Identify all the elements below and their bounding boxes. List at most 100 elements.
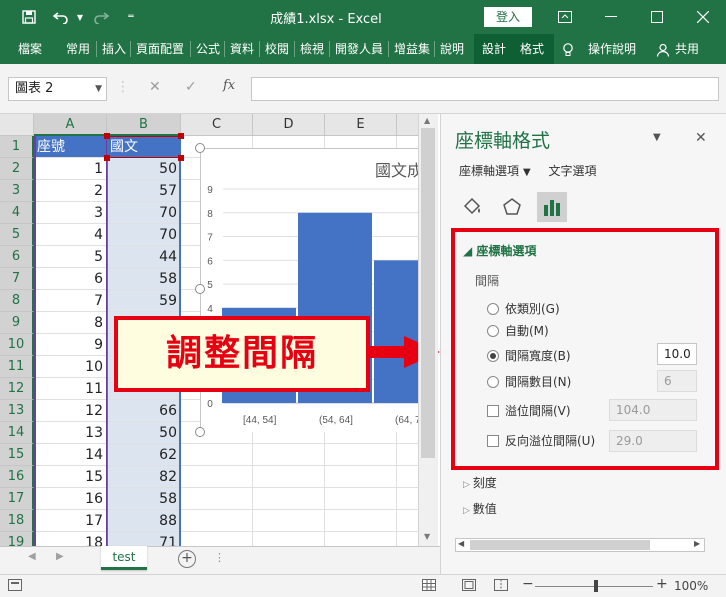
cell[interactable] xyxy=(325,532,397,546)
cell-a[interactable]: 1 xyxy=(34,158,107,180)
formula-input[interactable] xyxy=(251,77,719,101)
undo-icon[interactable] xyxy=(48,0,74,34)
tab-review[interactable]: 校閱 xyxy=(265,34,289,64)
y-tick-label[interactable]: 6 xyxy=(207,256,213,267)
cell-b[interactable]: 50 xyxy=(107,422,181,444)
y-tick-label[interactable]: 4 xyxy=(207,304,213,315)
section-ticks[interactable]: ▷ 刻度 xyxy=(463,474,497,491)
cell-a[interactable]: 17 xyxy=(34,510,107,532)
maximize-icon[interactable] xyxy=(636,0,678,34)
tab-design[interactable]: 設計 xyxy=(482,34,506,64)
cell[interactable] xyxy=(253,532,325,546)
page-break-icon[interactable] xyxy=(494,579,508,594)
cell-a[interactable]: 13 xyxy=(34,422,107,444)
row-header[interactable]: 4 xyxy=(0,202,34,224)
insert-function-icon[interactable]: fx xyxy=(223,78,235,93)
undo-dropdown-icon[interactable]: ▼ xyxy=(74,0,86,34)
normal-view-icon[interactable] xyxy=(422,579,436,594)
cell-a[interactable]: 8 xyxy=(34,312,107,334)
cell-a[interactable]: 4 xyxy=(34,224,107,246)
cell-a[interactable]: 11 xyxy=(34,378,107,400)
cell[interactable] xyxy=(325,510,397,532)
cell-b[interactable]: 70 xyxy=(107,224,181,246)
chevron-down-icon[interactable]: ▼ xyxy=(95,78,102,100)
row-header[interactable]: 1 xyxy=(0,136,34,158)
vertical-scrollbar[interactable]: ▲ ▼ xyxy=(418,114,438,546)
person-icon[interactable] xyxy=(656,34,670,64)
cell-a[interactable]: 座號 xyxy=(34,136,107,158)
range-handle[interactable] xyxy=(178,133,184,139)
tab-insert[interactable]: 插入 xyxy=(102,34,126,64)
page-layout-icon[interactable] xyxy=(462,579,476,594)
tab-split-grip-icon[interactable]: ⋮ xyxy=(214,551,225,564)
pane-options-icon[interactable]: ▼ xyxy=(653,132,661,143)
y-tick-label[interactable]: 8 xyxy=(207,209,213,220)
y-tick-label[interactable]: 5 xyxy=(207,280,213,291)
row-header[interactable]: 18 xyxy=(0,510,34,532)
y-tick-label[interactable]: 7 xyxy=(207,233,213,244)
cell-b[interactable]: 50 xyxy=(107,158,181,180)
row-header[interactable]: 11 xyxy=(0,356,34,378)
cell-b[interactable]: 82 xyxy=(107,466,181,488)
zoom-out-icon[interactable]: − xyxy=(522,576,534,592)
range-handle[interactable] xyxy=(178,155,184,161)
cell-a[interactable]: 12 xyxy=(34,400,107,422)
name-box[interactable]: 圖表 2 ▼ xyxy=(8,77,107,101)
sheet-prev-icon[interactable]: ◀ xyxy=(28,551,36,562)
share-button[interactable]: 共用 xyxy=(675,34,699,64)
zoom-level[interactable]: 100% xyxy=(674,579,708,593)
scroll-up-icon[interactable]: ▲ xyxy=(424,116,430,125)
cell-a[interactable]: 10 xyxy=(34,356,107,378)
close-icon[interactable]: ✕ xyxy=(695,130,707,146)
cell-a[interactable]: 2 xyxy=(34,180,107,202)
row-header[interactable]: 7 xyxy=(0,268,34,290)
enter-formula-icon[interactable]: ✓ xyxy=(185,79,197,95)
cell[interactable] xyxy=(181,510,253,532)
chart-resize-handle[interactable] xyxy=(195,143,205,153)
tab-home[interactable]: 常用 xyxy=(66,34,90,64)
zoom-slider-thumb[interactable] xyxy=(594,580,598,592)
column-header[interactable]: D xyxy=(253,114,325,136)
row-header[interactable]: 9 xyxy=(0,312,34,334)
cell-b[interactable]: 58 xyxy=(107,488,181,510)
row-header[interactable]: 19 xyxy=(0,532,34,546)
cell-a[interactable]: 16 xyxy=(34,488,107,510)
x-tick-label[interactable]: (54, 64] xyxy=(319,415,353,426)
cell-b[interactable]: 66 xyxy=(107,400,181,422)
tell-me-search[interactable]: 操作說明 xyxy=(588,34,636,64)
scroll-left-icon[interactable]: ◀ xyxy=(458,539,464,548)
y-tick-label[interactable]: 0 xyxy=(207,399,213,410)
cell-b[interactable]: 59 xyxy=(107,290,181,312)
row-header[interactable]: 12 xyxy=(0,378,34,400)
row-header[interactable]: 3 xyxy=(0,180,34,202)
cell-b[interactable]: 58 xyxy=(107,268,181,290)
tab-page-layout[interactable]: 頁面配置 xyxy=(136,34,184,64)
tab-axis-options[interactable]: 座標軸選項 xyxy=(459,164,519,178)
login-button[interactable]: 登入 xyxy=(484,7,532,27)
customize-icon[interactable]: ═ xyxy=(122,0,140,34)
cell[interactable] xyxy=(181,488,253,510)
tab-text-options[interactable]: 文字選項 xyxy=(549,164,597,178)
minimize-icon[interactable] xyxy=(590,0,632,34)
cell[interactable] xyxy=(325,488,397,510)
scroll-thumb[interactable] xyxy=(470,540,650,550)
x-tick-label[interactable]: [44, 54] xyxy=(243,415,277,426)
column-header[interactable]: C xyxy=(181,114,253,136)
zoom-in-icon[interactable]: + xyxy=(656,576,668,592)
scroll-down-icon[interactable]: ▼ xyxy=(424,532,430,541)
cell-a[interactable]: 18 xyxy=(34,532,107,546)
row-header[interactable]: 16 xyxy=(0,466,34,488)
ribbon-display-icon[interactable] xyxy=(544,0,586,34)
plus-circle-icon[interactable]: + xyxy=(178,550,196,568)
cell-a[interactable]: 15 xyxy=(34,466,107,488)
axis-options-chart-icon[interactable] xyxy=(537,192,567,222)
scroll-right-icon[interactable]: ▶ xyxy=(694,539,700,548)
sheet-next-icon[interactable]: ▶ xyxy=(56,551,64,562)
y-tick-label[interactable]: 9 xyxy=(207,185,213,196)
cell-a[interactable]: 6 xyxy=(34,268,107,290)
column-header[interactable]: E xyxy=(325,114,397,136)
tab-formulas[interactable]: 公式 xyxy=(196,34,220,64)
row-header[interactable]: 2 xyxy=(0,158,34,180)
cell-b[interactable]: 71 xyxy=(107,532,181,546)
row-header[interactable]: 15 xyxy=(0,444,34,466)
